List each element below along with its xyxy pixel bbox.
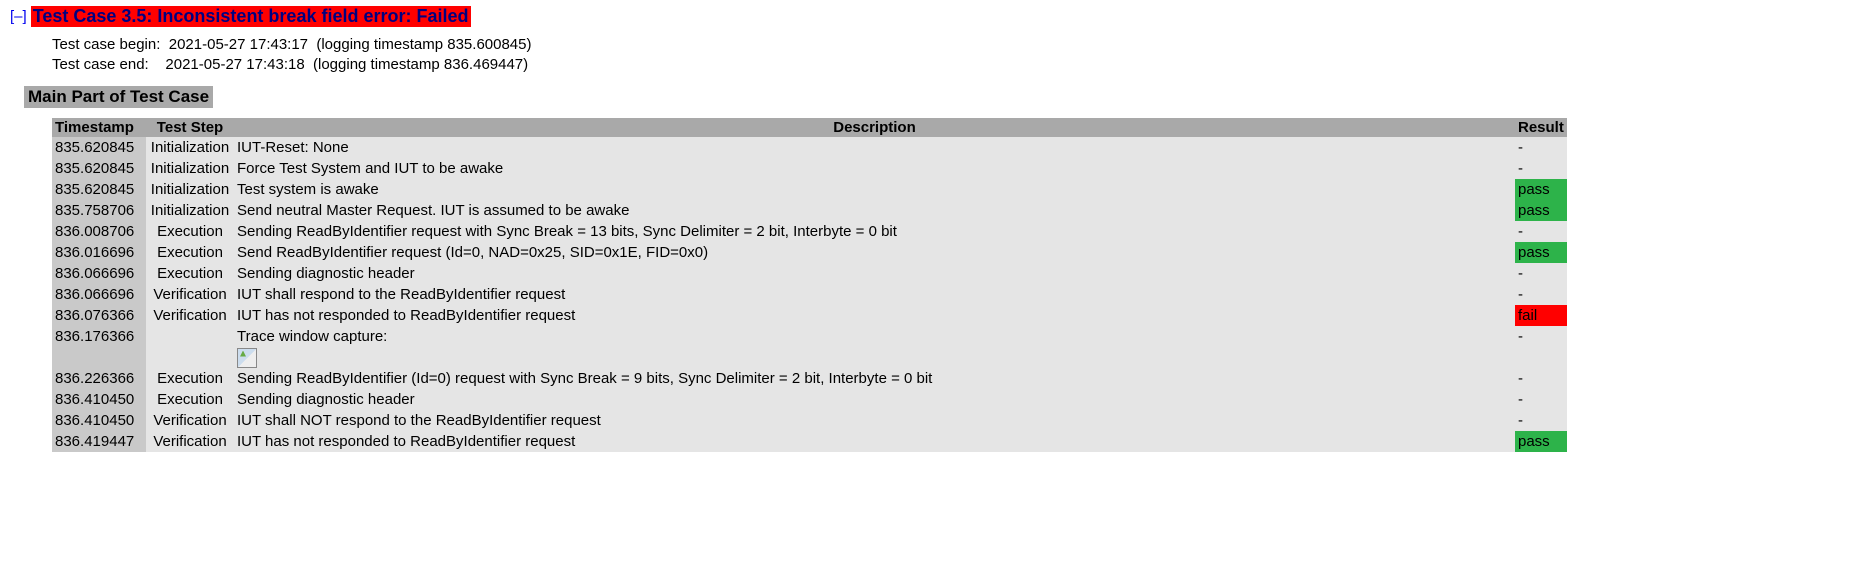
- cell-description: Send ReadByIdentifier request (Id=0, NAD…: [234, 242, 1515, 263]
- cell-result: pass: [1515, 242, 1567, 263]
- col-test-step: Test Step: [146, 118, 234, 137]
- cell-description: Sending diagnostic header: [234, 389, 1515, 410]
- cell-timestamp: 835.620845: [52, 137, 146, 158]
- cell-step: Execution: [146, 242, 234, 263]
- cell-timestamp: 836.176366: [52, 326, 146, 368]
- cell-description: Sending diagnostic header: [234, 263, 1515, 284]
- table-row: 835.620845InitializationIUT-Reset: None-: [52, 137, 1567, 158]
- cell-step: [146, 326, 234, 368]
- table-row: 836.076366VerificationIUT has not respon…: [52, 305, 1567, 326]
- cell-description: Force Test System and IUT to be awake: [234, 158, 1515, 179]
- cell-result: -: [1515, 389, 1567, 410]
- cell-description: IUT-Reset: None: [234, 137, 1515, 158]
- cell-result: -: [1515, 284, 1567, 305]
- table-row: 835.620845InitializationTest system is a…: [52, 179, 1567, 200]
- col-result: Result: [1515, 118, 1567, 137]
- table-row: 836.066696ExecutionSending diagnostic he…: [52, 263, 1567, 284]
- cell-step: Execution: [146, 368, 234, 389]
- cell-timestamp: 836.410450: [52, 389, 146, 410]
- cell-timestamp: 836.066696: [52, 284, 146, 305]
- cell-result: -: [1515, 410, 1567, 431]
- table-row: 836.176366 Trace window capture:-: [52, 326, 1567, 368]
- cell-timestamp: 835.620845: [52, 179, 146, 200]
- cell-timestamp: 835.620845: [52, 158, 146, 179]
- cell-result: -: [1515, 326, 1567, 368]
- cell-timestamp: 836.008706: [52, 221, 146, 242]
- cell-step: Initialization: [146, 179, 234, 200]
- cell-timestamp: 836.410450: [52, 410, 146, 431]
- table-row: 836.419447VerificationIUT has not respon…: [52, 431, 1567, 452]
- table-row: 836.226366ExecutionSending ReadByIdentif…: [52, 368, 1567, 389]
- table-row: 836.410450ExecutionSending diagnostic he…: [52, 389, 1567, 410]
- cell-step: Execution: [146, 389, 234, 410]
- cell-result: -: [1515, 368, 1567, 389]
- cell-description: Sending ReadByIdentifier request with Sy…: [234, 221, 1515, 242]
- table-row: 836.066696VerificationIUT shall respond …: [52, 284, 1567, 305]
- meta-end: Test case end: 2021-05-27 17:43:18 (logg…: [52, 56, 528, 73]
- table-row: 835.620845InitializationForce Test Syste…: [52, 158, 1567, 179]
- cell-timestamp: 836.066696: [52, 263, 146, 284]
- section-heading: Main Part of Test Case: [24, 86, 213, 108]
- test-steps-table: Timestamp Test Step Description Result 8…: [52, 118, 1567, 452]
- cell-description: IUT has not responded to ReadByIdentifie…: [234, 305, 1515, 326]
- cell-description: Sending ReadByIdentifier (Id=0) request …: [234, 368, 1515, 389]
- cell-description: Trace window capture:: [234, 326, 1515, 368]
- table-row: 836.008706ExecutionSending ReadByIdentif…: [52, 221, 1567, 242]
- broken-image-icon: [237, 348, 257, 368]
- col-timestamp: Timestamp: [52, 118, 146, 137]
- cell-result: pass: [1515, 179, 1567, 200]
- cell-result: -: [1515, 158, 1567, 179]
- test-case-meta: Test case begin: 2021-05-27 17:43:17 (lo…: [52, 35, 1849, 76]
- cell-step: Initialization: [146, 200, 234, 221]
- cell-description: IUT has not responded to ReadByIdentifie…: [234, 431, 1515, 452]
- cell-step: Execution: [146, 221, 234, 242]
- test-case-title: Test Case 3.5: Inconsistent break field …: [31, 6, 471, 27]
- cell-result: -: [1515, 221, 1567, 242]
- cell-description: IUT shall NOT respond to the ReadByIdent…: [234, 410, 1515, 431]
- cell-timestamp: 836.076366: [52, 305, 146, 326]
- cell-result: -: [1515, 137, 1567, 158]
- cell-step: Initialization: [146, 137, 234, 158]
- cell-timestamp: 835.758706: [52, 200, 146, 221]
- cell-description: IUT shall respond to the ReadByIdentifie…: [234, 284, 1515, 305]
- meta-begin: Test case begin: 2021-05-27 17:43:17 (lo…: [52, 36, 532, 53]
- cell-result: fail: [1515, 305, 1567, 326]
- table-row: 835.758706InitializationSend neutral Mas…: [52, 200, 1567, 221]
- cell-step: Verification: [146, 305, 234, 326]
- cell-step: Verification: [146, 284, 234, 305]
- cell-step: Verification: [146, 410, 234, 431]
- cell-step: Initialization: [146, 158, 234, 179]
- cell-description: Test system is awake: [234, 179, 1515, 200]
- cell-description: Send neutral Master Request. IUT is assu…: [234, 200, 1515, 221]
- cell-result: -: [1515, 263, 1567, 284]
- cell-step: Verification: [146, 431, 234, 452]
- table-row: 836.016696ExecutionSend ReadByIdentifier…: [52, 242, 1567, 263]
- cell-timestamp: 836.226366: [52, 368, 146, 389]
- table-row: 836.410450VerificationIUT shall NOT resp…: [52, 410, 1567, 431]
- table-header-row: Timestamp Test Step Description Result: [52, 118, 1567, 137]
- cell-timestamp: 836.419447: [52, 431, 146, 452]
- cell-timestamp: 836.016696: [52, 242, 146, 263]
- cell-result: pass: [1515, 431, 1567, 452]
- col-description: Description: [234, 118, 1515, 137]
- cell-result: pass: [1515, 200, 1567, 221]
- cell-step: Execution: [146, 263, 234, 284]
- collapse-toggle[interactable]: [–]: [10, 8, 27, 25]
